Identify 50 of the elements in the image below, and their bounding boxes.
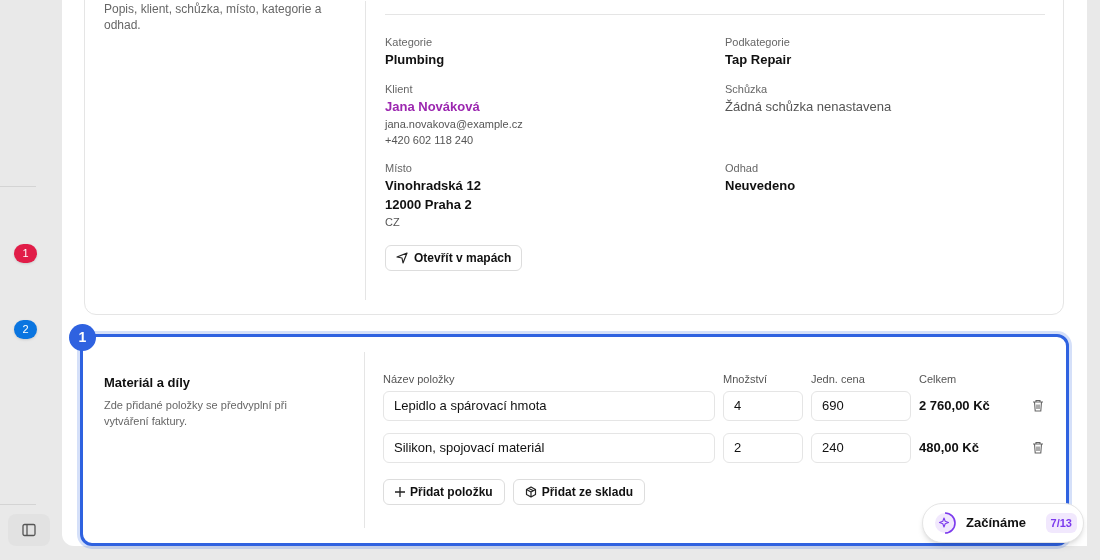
field-value: Plumbing <box>385 51 445 69</box>
column-header: Jedn. cena <box>811 371 866 386</box>
row-total: 2 760,00 Kč <box>919 396 990 415</box>
guide-label: Začínáme <box>966 514 1026 533</box>
field-value: Tap Repair <box>725 51 792 69</box>
section-description: Popis, klient, schůzka, místo, kategorie a odhad. <box>104 1 323 33</box>
getting-started-button[interactable]: Začínáme 7/13 <box>922 503 1084 543</box>
input-field[interactable]: 2 <box>723 432 803 463</box>
input-field[interactable]: Silikon, spojovací materiál <box>383 432 715 463</box>
column-header: Název položky <box>383 371 456 386</box>
field-value: Žádná schůzka nenastavena <box>725 98 892 116</box>
field-value: Neuvedeno <box>725 177 796 195</box>
sidebar-toggle-button[interactable] <box>8 514 50 546</box>
progress-badge: 7/13 <box>1045 513 1077 533</box>
navigation-arrow-icon <box>396 252 408 264</box>
sidebar-icon <box>22 523 36 537</box>
input-field[interactable]: 4 <box>723 390 803 421</box>
field-label: Klient <box>385 82 414 97</box>
sparkle-icon <box>934 512 956 534</box>
field-value: Vinohradská 12 <box>385 177 481 195</box>
input-field[interactable]: 240 <box>811 432 911 463</box>
delete-button[interactable] <box>1032 440 1046 455</box>
input-field[interactable]: 690 <box>811 390 911 421</box>
field-detail: CZ <box>385 215 400 230</box>
delete-button[interactable] <box>1032 398 1046 413</box>
open-in-maps-button[interactable]: Otevřít v mapách <box>385 245 523 271</box>
field-label: Kategorie <box>385 35 434 50</box>
package-icon <box>524 485 537 498</box>
count-badge: 2 <box>14 319 37 339</box>
input-field[interactable]: Lepidlo a spárovací hmota <box>383 390 715 421</box>
field-label: Odhad <box>725 161 760 176</box>
section-description: Zde přidané položky se předvyplní při vytváření faktury. <box>104 397 288 429</box>
plus-icon <box>395 486 405 497</box>
trash-icon <box>1032 441 1044 455</box>
step-badge: 1 <box>69 323 96 351</box>
field-label: Podkategorie <box>725 35 791 50</box>
count-badge: 1 <box>14 243 37 263</box>
row-total: 480,00 Kč <box>919 438 979 457</box>
column-header: Celkem <box>919 371 958 386</box>
trash-icon <box>1032 399 1044 413</box>
field-label: Schůzka <box>725 82 769 97</box>
section-title: Materiál a díly <box>104 373 191 392</box>
column-header: Množství <box>723 371 768 386</box>
add-button[interactable]: Přidat ze skladu <box>512 478 646 505</box>
field-label: Místo <box>385 161 413 176</box>
client-link[interactable]: Jana Nováková <box>385 97 480 116</box>
field-detail: +420 602 118 240 <box>385 133 474 148</box>
field-value: 12000 Praha 2 <box>385 196 472 214</box>
add-button[interactable]: Přidat položku <box>383 478 505 505</box>
field-detail: jana.novakova@example.cz <box>385 117 523 132</box>
